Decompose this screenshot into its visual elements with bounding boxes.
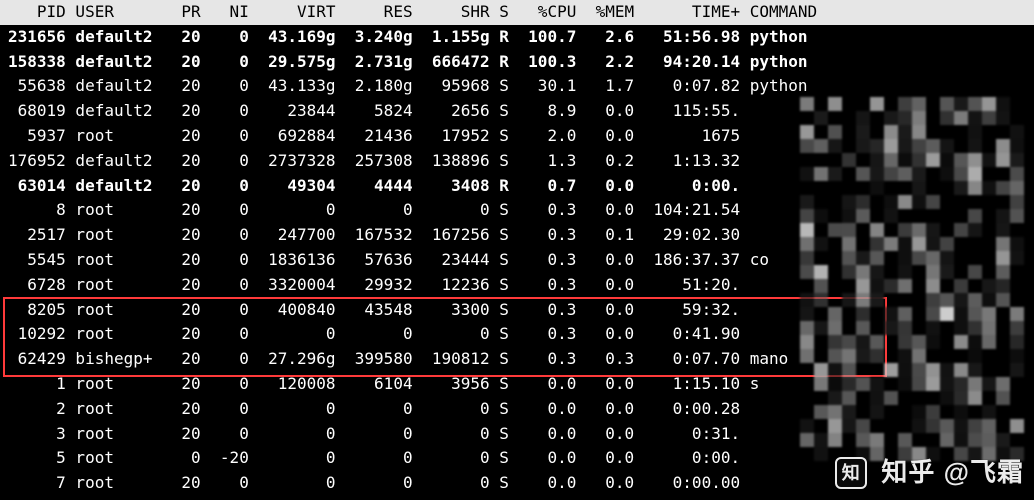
process-row[interactable]: 158338 default2 20 0 29.575g 2.731g 6664… bbox=[8, 50, 1026, 75]
watermark-text: 知乎 @飞霜 bbox=[881, 457, 1024, 487]
process-row[interactable]: 55638 default2 20 0 43.133g 2.180g 95968… bbox=[8, 74, 1026, 99]
process-row[interactable]: 5937 root 20 0 692884 21436 17952 S 2.0 … bbox=[8, 124, 1026, 149]
process-row[interactable]: 68019 default2 20 0 23844 5824 2656 S 8.… bbox=[8, 99, 1026, 124]
process-row[interactable]: 63014 default2 20 0 49304 4444 3408 R 0.… bbox=[8, 174, 1026, 199]
process-row[interactable]: 1 root 20 0 120008 6104 3956 S 0.0 0.0 1… bbox=[8, 372, 1026, 397]
terminal-top-window[interactable]: { "platform": "zhihu", "watermark": "知乎 … bbox=[0, 0, 1034, 500]
zhihu-logo-icon bbox=[835, 457, 863, 485]
process-row[interactable]: 2517 root 20 0 247700 167532 167256 S 0.… bbox=[8, 223, 1026, 248]
process-row[interactable]: 10292 root 20 0 0 0 0 S 0.3 0.0 0:41.90 bbox=[8, 322, 1026, 347]
process-row[interactable]: 8205 root 20 0 400840 43548 3300 S 0.3 0… bbox=[8, 298, 1026, 323]
process-row[interactable]: 5545 root 20 0 1836136 57636 23444 S 0.3… bbox=[8, 248, 1026, 273]
process-row[interactable]: 9 root 20 0 0 0 0 S 0.0 0.0 0:00.00 bbox=[8, 496, 1026, 500]
process-row[interactable]: 62429 bishegp+ 20 0 27.296g 399580 19081… bbox=[8, 347, 1026, 372]
process-table-body: 231656 default2 20 0 43.169g 3.240g 1.15… bbox=[0, 25, 1034, 500]
process-row[interactable]: 8 root 20 0 0 0 0 S 0.3 0.0 104:21.54 bbox=[8, 198, 1026, 223]
watermark: 知乎 @飞霜 bbox=[835, 452, 1024, 492]
process-row[interactable]: 2 root 20 0 0 0 0 S 0.0 0.0 0:00.28 bbox=[8, 397, 1026, 422]
process-row[interactable]: 3 root 20 0 0 0 0 S 0.0 0.0 0:31. bbox=[8, 422, 1026, 447]
process-table-header: PID USER PR NI VIRT RES SHR S %CPU %MEM … bbox=[0, 0, 1034, 25]
process-row[interactable]: 6728 root 20 0 3320004 29932 12236 S 0.3… bbox=[8, 273, 1026, 298]
process-row[interactable]: 231656 default2 20 0 43.169g 3.240g 1.15… bbox=[8, 25, 1026, 50]
process-row[interactable]: 176952 default2 20 0 2737328 257308 1388… bbox=[8, 149, 1026, 174]
